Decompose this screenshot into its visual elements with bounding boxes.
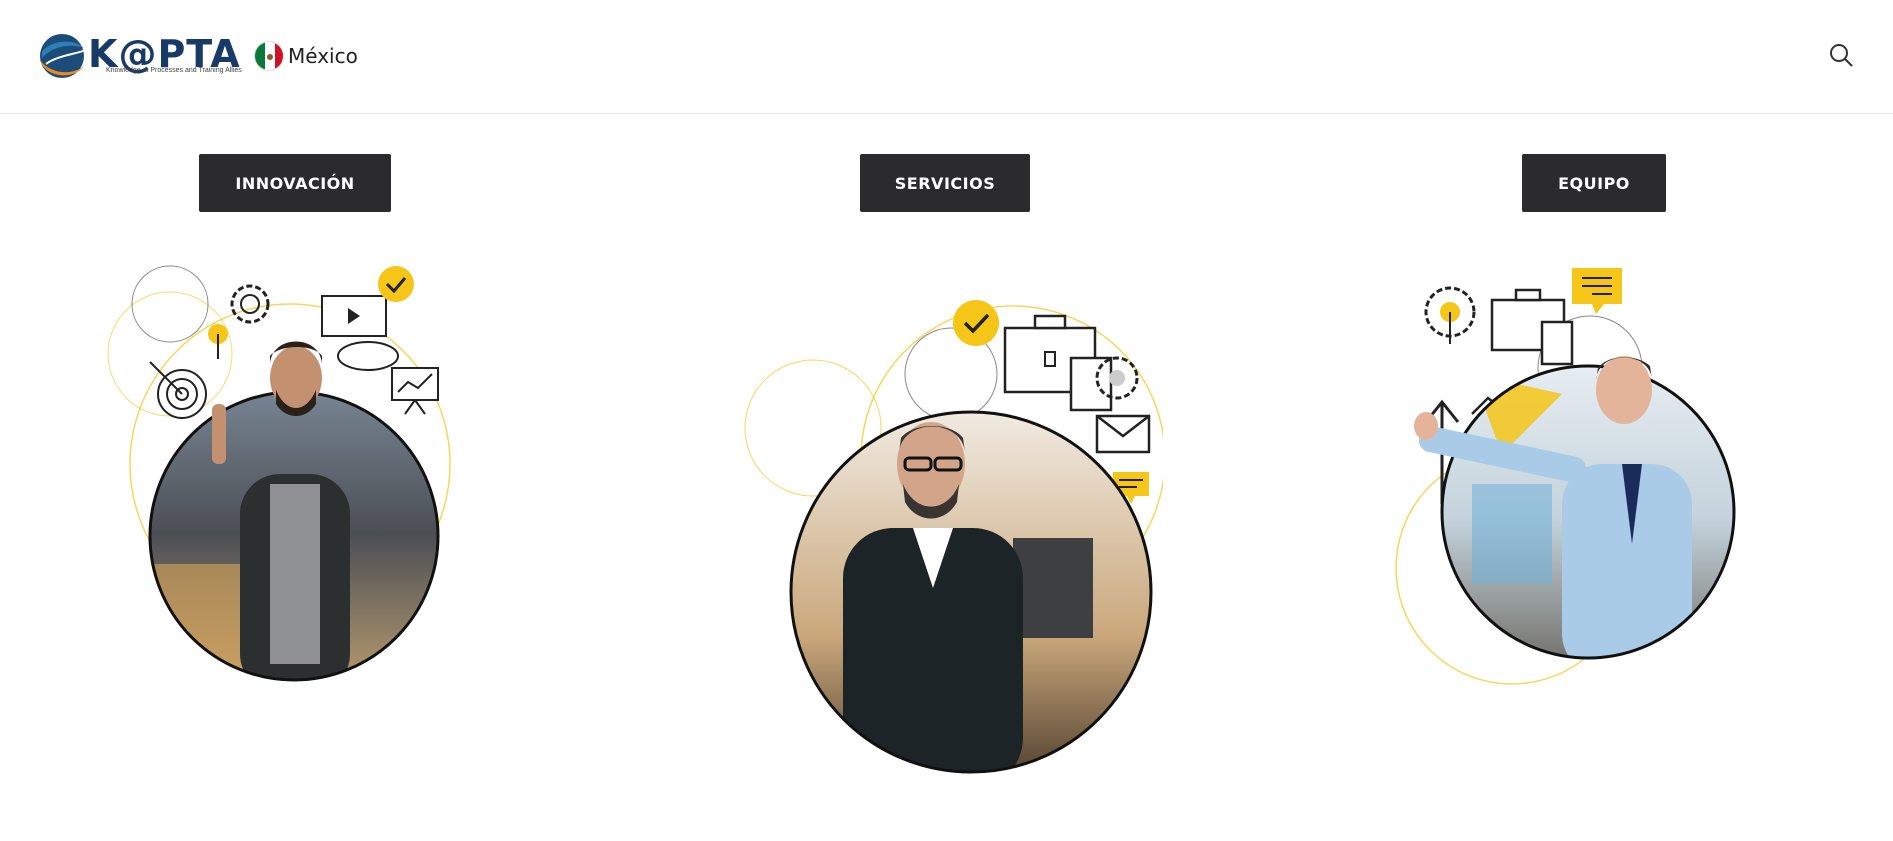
search-icon[interactable] xyxy=(1828,42,1854,68)
globe-logo-icon xyxy=(40,34,87,78)
logo-tagline: Knowledge at Processes and Training Alli… xyxy=(106,67,242,74)
team-presenter-illustration xyxy=(1392,264,1792,714)
country-label[interactable]: México xyxy=(288,44,358,68)
kopta-logo[interactable]: K@PTA Knowledge at Processes and Trainin… xyxy=(36,28,246,84)
person-idea-illustration xyxy=(100,264,460,684)
innovacion-button[interactable]: INNOVACIÓN xyxy=(199,154,391,212)
servicios-button[interactable]: SERVICIOS xyxy=(860,154,1030,212)
section-servicios: SERVICIOS xyxy=(631,114,1262,841)
section-equipo: EQUIPO xyxy=(1262,114,1893,841)
section-innovacion: INNOVACIÓN xyxy=(0,114,631,841)
site-header: K@PTA Knowledge at Processes and Trainin… xyxy=(0,0,1893,114)
mexico-flag-icon xyxy=(254,41,284,71)
businessman-briefcase-illustration xyxy=(713,288,1166,788)
equipo-button[interactable]: EQUIPO xyxy=(1522,154,1666,212)
